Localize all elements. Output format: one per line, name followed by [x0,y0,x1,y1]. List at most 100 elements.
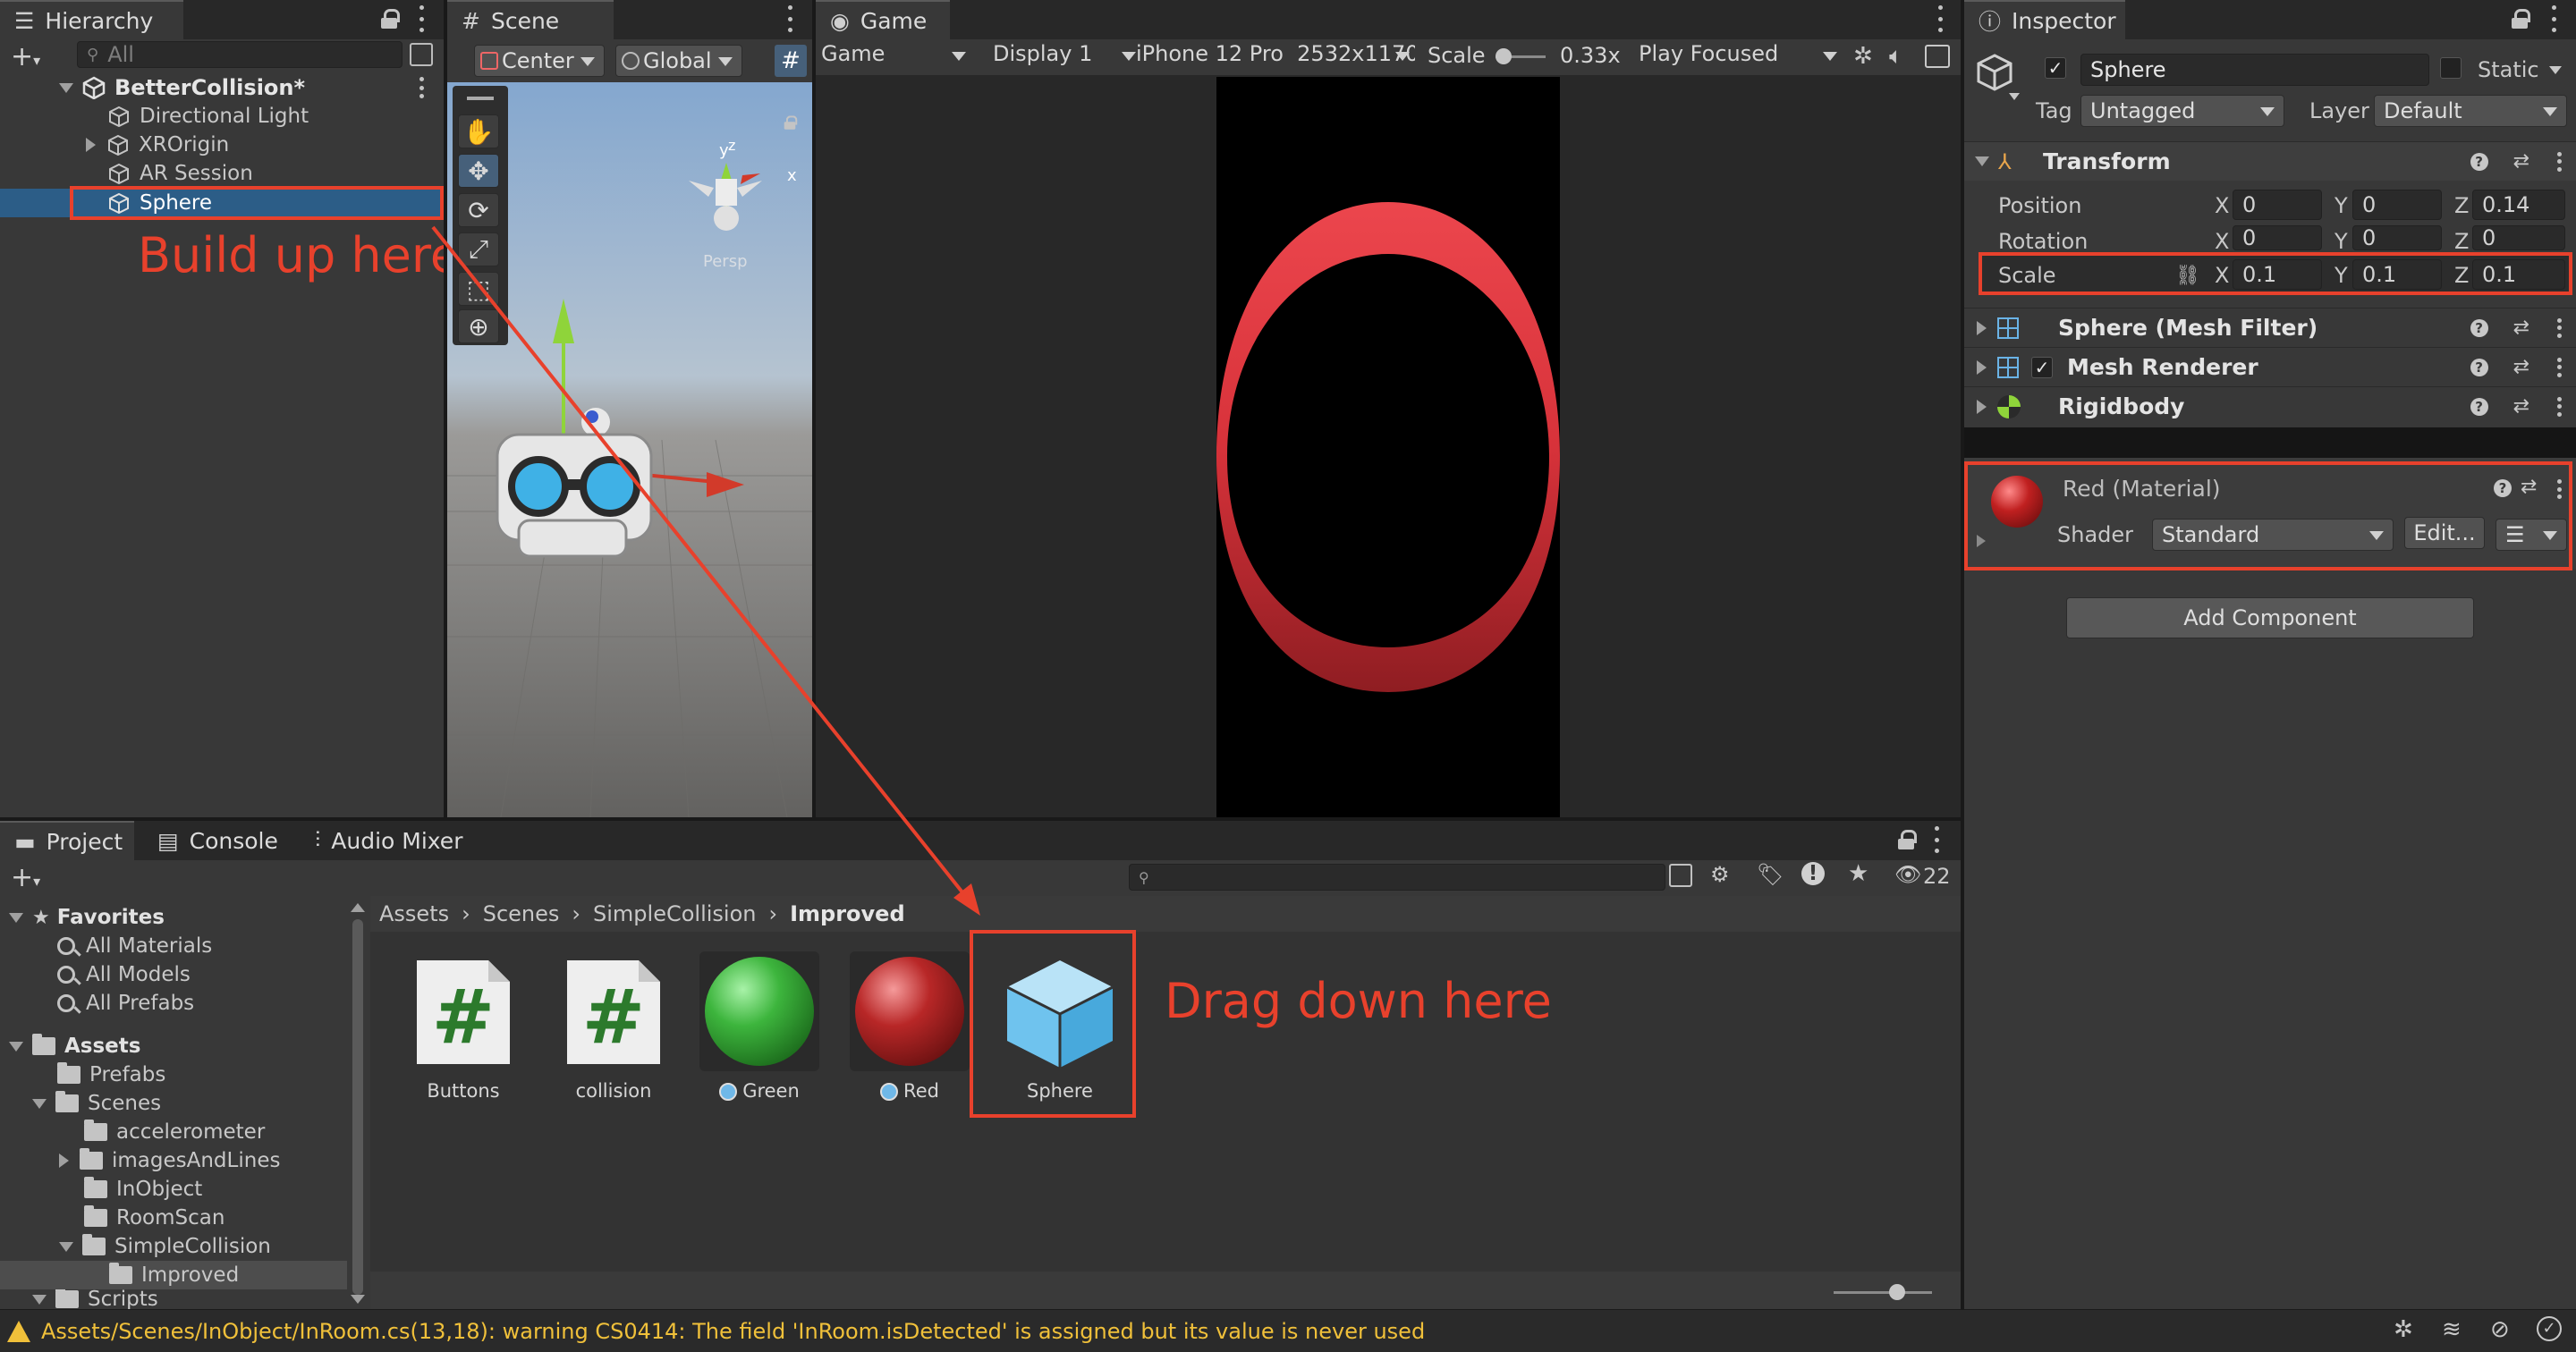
rotation-z-field[interactable]: 0 [2472,225,2565,250]
hidden-packages-icon[interactable]: 👁︎ [1894,862,1921,887]
expand-icon[interactable] [1977,320,1987,335]
position-z-field[interactable]: 0.14 [2472,190,2565,220]
active-checkbox[interactable]: ✓ [2045,57,2066,79]
expand-icon[interactable] [1977,399,1987,414]
asset-red[interactable] [850,951,970,1071]
asset-green[interactable] [699,951,819,1071]
tree-item[interactable]: RoomScan [84,1204,225,1232]
tab-audio-mixer[interactable]: ⫶ Audio Mixer [301,821,488,860]
static-caret[interactable] [2549,66,2562,74]
tree-item[interactable]: Scenes [32,1089,161,1118]
inspector-lock-icon[interactable] [2512,9,2530,29]
mesh-renderer-checkbox[interactable]: ✓ [2031,356,2053,378]
material-preset-icon[interactable]: ⇄ [2521,476,2537,498]
space-dropdown[interactable]: Global [615,45,742,77]
favorite-star-icon[interactable]: ★ [1848,860,1868,887]
material-expand-icon[interactable] [1977,535,1986,547]
static-checkbox[interactable] [2440,57,2462,79]
object-icon-caret[interactable] [2009,93,2020,100]
favorite-item[interactable]: All Models [57,960,191,989]
tab-project[interactable]: ▬ Project [0,821,134,860]
scale-x-field[interactable]: 0.1 [2233,259,2322,290]
tree-item[interactable]: InObject [84,1175,202,1204]
scale-tool-icon[interactable]: ⤢ [458,232,499,266]
tab-scene[interactable]: # Scene [447,0,614,39]
expand-icon[interactable] [86,138,96,152]
collapse-icon[interactable] [1975,156,1989,166]
position-y-field[interactable]: 0 [2352,190,2442,220]
more-icon[interactable] [417,5,426,32]
orientation-lock-icon[interactable] [784,115,798,130]
tag-dropdown[interactable]: Untagged [2080,95,2284,127]
bug-icon[interactable]: ✲ [1853,43,1873,70]
filter-label-icon[interactable]: 🏷︎ [1757,862,1784,887]
collapse-icon[interactable] [32,1294,47,1305]
scale-y-field[interactable]: 0.1 [2352,259,2442,290]
favorite-item[interactable]: All Materials [57,932,212,960]
status-cache-icon[interactable]: ≋ [2442,1316,2462,1343]
tab-inspector[interactable]: ⓘ Inspector [1964,0,2125,39]
component-more-icon[interactable] [2555,151,2563,172]
breadcrumb-item[interactable]: Assets [379,901,449,926]
status-warning-message[interactable]: Assets/Scenes/InObject/InRoom.cs(13,18):… [41,1319,1425,1344]
tree-item[interactable]: Scripts [32,1289,158,1309]
scene-more-icon[interactable] [417,77,426,98]
filter-type-icon[interactable]: ⚙ [1710,862,1730,887]
component-more-icon[interactable] [2555,357,2563,377]
stats-icon[interactable] [1925,45,1950,68]
preset-icon[interactable]: ⇄ [2513,150,2529,173]
tree-scrollbar[interactable] [352,919,363,1295]
expand-icon[interactable] [59,1153,69,1168]
tree-item[interactable]: SimpleCollision [59,1232,271,1261]
assets-header[interactable]: Assets [9,1032,140,1060]
rigidbody-header[interactable]: Rigidbody ? ⇄ [1964,386,2576,426]
hierarchy-search-input[interactable]: ⚲ All [77,41,402,68]
icon-size-slider[interactable] [1834,1291,1932,1294]
preset-icon[interactable]: ⇄ [2513,356,2529,378]
game-mode-dropdown[interactable]: Game [821,41,973,72]
help-icon[interactable]: ? [2470,358,2488,376]
collapse-icon[interactable] [59,82,73,93]
transform-header[interactable]: ⅄ Transform ? ⇄ [1964,141,2576,181]
help-icon[interactable]: ? [2470,318,2488,337]
breadcrumb-item[interactable]: SimpleCollision [593,901,756,926]
status-check-icon[interactable]: ✓ [2537,1316,2562,1341]
asset-collision[interactable]: # [564,957,664,1068]
rotate-tool-icon[interactable]: ⟳ [458,193,499,227]
persp-label[interactable]: Persp [703,252,748,271]
favorites-header[interactable]: ★ Favorites [9,903,165,932]
tree-item[interactable]: imagesAndLines [59,1146,280,1175]
resolution-dropdown[interactable]: iPhone 12 Pro 2532x1170 [1136,41,1415,72]
layer-dropdown[interactable]: Default [2374,95,2567,127]
breadcrumb-item[interactable]: Scenes [483,901,560,926]
asset-sphere-prefab[interactable] [1002,955,1118,1071]
project-more-icon[interactable] [1932,826,1941,853]
shader-options-button[interactable]: ☰ [2496,519,2567,551]
scale-z-field[interactable]: 0.1 [2472,259,2565,290]
position-x-field[interactable]: 0 [2233,190,2322,220]
pivot-dropdown[interactable]: Center [474,45,605,77]
help-icon[interactable]: ? [2470,397,2488,416]
component-more-icon[interactable] [2555,396,2563,417]
status-auto-refresh-icon[interactable]: ⊘ [2490,1316,2510,1343]
warning-filter-icon[interactable]: ! [1801,862,1825,885]
audio-icon[interactable]: 🔈︎ [1889,43,1903,71]
palette-handle[interactable] [467,97,494,100]
snap-icon[interactable]: # [775,45,807,77]
mesh-filter-header[interactable]: Sphere (Mesh Filter) ? ⇄ [1964,308,2576,347]
transform-tool-icon[interactable]: ⊕ [458,309,499,343]
shader-edit-button[interactable]: Edit... [2404,517,2485,549]
object-name-input[interactable]: Sphere [2080,54,2429,86]
tree-scroll-down-icon[interactable] [351,1295,365,1304]
mesh-renderer-header[interactable]: ✓ Mesh Renderer ? ⇄ [1964,347,2576,386]
display-dropdown[interactable]: Display 1 [993,41,1136,72]
favorite-item[interactable]: All Prefabs [57,989,194,1018]
inspector-more-icon[interactable] [2549,5,2558,32]
tab-game[interactable]: ◉ Game [816,0,950,39]
tree-scroll-up-icon[interactable] [351,903,365,912]
create-button[interactable]: +▾ [11,41,40,72]
hierarchy-item[interactable]: XROrigin [86,131,229,159]
tab-console[interactable]: ▤ Console [143,821,286,860]
project-search-input[interactable]: ⚲ [1129,864,1665,891]
search-type-icon[interactable] [1669,864,1692,887]
